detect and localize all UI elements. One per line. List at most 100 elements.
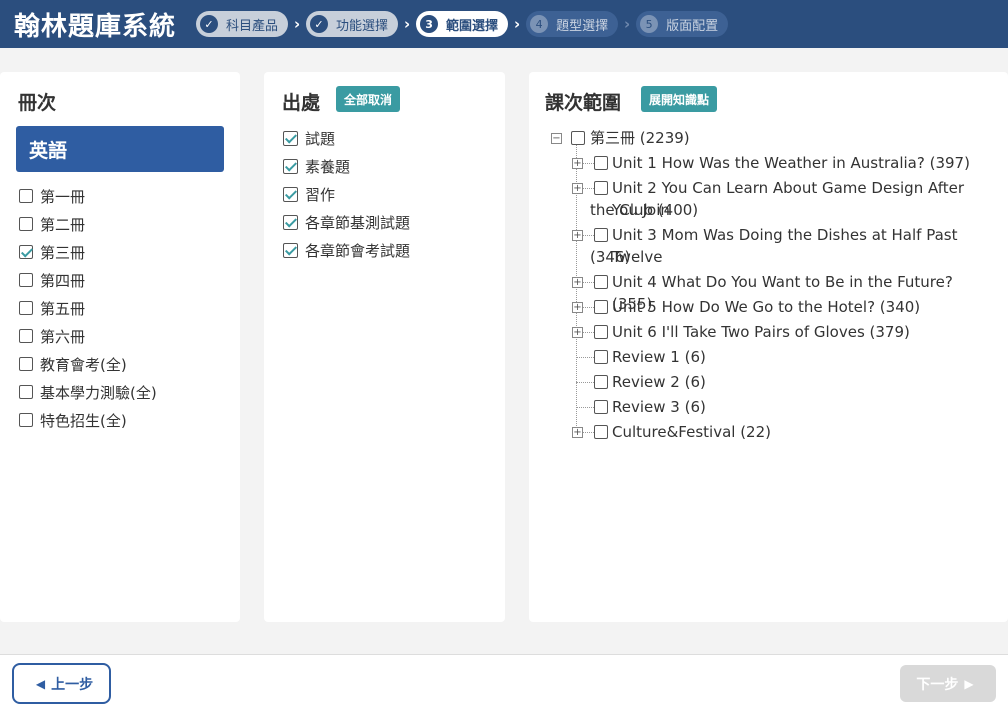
source-label: 試題 [305,129,336,148]
tree-node-label: Unit 5 How Do We Go to the Hotel? (340) [612,298,921,316]
tree-checkbox[interactable] [594,228,608,242]
checkbox[interactable] [19,273,33,287]
source-label: 各章節會考試題 [305,241,411,260]
app-title: 翰林題庫系統 [14,11,177,42]
tree-checkbox[interactable] [571,131,585,145]
expand-icon[interactable]: + [572,427,583,438]
app-header: 翰林題庫系統 ✓ 科目產品 › ✓ 功能選擇 › 3 範圍選擇 › 4 題型選擇… [0,0,1008,48]
footer-bar: ◀ 上一步 下一步 ▶ [0,654,1008,709]
tree-node-label: Unit 3 Mom Was Doing the Dishes at Half … [612,226,958,266]
volume-item[interactable]: 第一冊 [19,182,157,210]
tree-node-label: Unit 1 How Was the Weather in Australia?… [612,154,970,172]
next-step-label: 下一步 [916,676,959,693]
tree-checkbox[interactable] [594,275,608,289]
volume-item[interactable]: 第五冊 [19,294,157,322]
expand-icon[interactable]: + [572,158,583,169]
chevron-right-icon: › [293,15,301,33]
source-label: 素養題 [305,157,351,176]
checkbox[interactable] [19,217,33,231]
tree-checkbox[interactable] [594,400,608,414]
volume-item[interactable]: 第三冊 [19,238,157,266]
step-number-badge: 4 [530,15,549,33]
subject-banner: 英語 [16,126,224,172]
checkbox[interactable] [19,357,33,371]
volume-label: 第三冊 [40,243,86,262]
tree-root-label: 第三冊 (2239) [590,129,690,147]
volume-item[interactable]: 第二冊 [19,210,157,238]
tree-node-label: Unit 6 I'll Take Two Pairs of Gloves (37… [612,323,910,341]
lesson-panel-title: 課次範圍 [545,92,622,114]
expand-knowledge-button[interactable]: 展開知識點 [641,86,718,112]
tree-guide [576,407,594,408]
step-number-badge: 5 [640,15,659,33]
checkbox[interactable] [283,242,298,258]
step-range-select[interactable]: 3 範圍選擇 [416,11,509,37]
expand-icon[interactable]: + [572,277,583,288]
next-step-button[interactable]: 下一步 ▶ [900,665,996,702]
volume-item[interactable]: 教育會考(全) [19,350,157,378]
volume-label: 第一冊 [40,187,86,206]
source-label: 各章節基測試題 [305,213,411,232]
source-item[interactable]: 試題 [283,124,410,152]
tree-checkbox[interactable] [594,156,608,170]
checkbox[interactable] [19,301,33,315]
checkbox[interactable] [19,189,33,203]
cancel-all-button[interactable]: 全部取消 [336,86,401,112]
check-icon: ✓ [200,15,219,33]
step-label: 範圍選擇 [446,18,499,34]
tree-checkbox[interactable] [594,300,608,314]
volume-panel-title: 冊次 [18,92,57,114]
expand-icon[interactable]: + [572,327,583,338]
volume-item[interactable]: 基本學力測驗(全) [19,378,157,406]
volume-label: 基本學力測驗(全) [40,383,157,402]
checkbox[interactable] [19,385,33,399]
check-icon: ✓ [310,15,329,33]
volume-panel: 冊次 英語 第一冊 第二冊 第三冊 第四冊 第五冊 第六冊 教育會考(全) 基本… [0,72,240,622]
step-subject-product[interactable]: ✓ 科目產品 [196,11,289,37]
tree-checkbox[interactable] [594,181,608,195]
source-panel: 出處 全部取消 試題 素養題 習作 各章節基測試題 各章節會考試題 [264,72,505,622]
checkbox[interactable] [283,130,298,146]
volume-label: 第五冊 [40,299,86,318]
volume-item[interactable]: 第四冊 [19,266,157,294]
step-function-select[interactable]: ✓ 功能選擇 [306,11,399,37]
source-item[interactable]: 各章節會考試題 [283,236,410,264]
tree-checkbox[interactable] [594,425,608,439]
checkbox[interactable] [283,186,298,202]
checkbox[interactable] [19,413,33,427]
volume-label: 第六冊 [40,327,86,346]
step-label: 題型選擇 [556,18,609,34]
tree-node-label: Review 1 (6) [612,348,706,366]
tree-checkbox[interactable] [594,375,608,389]
volume-item[interactable]: 特色招生(全) [19,406,157,434]
expand-icon[interactable]: + [572,183,583,194]
step-question-type[interactable]: 4 題型選擇 [526,11,619,37]
chevron-right-icon: › [623,15,631,33]
volume-label: 第四冊 [40,271,86,290]
tree-node-label-cont: (346) [590,248,631,266]
prev-step-label: 上一步 [51,676,94,693]
tree-guide [576,382,594,383]
checkbox[interactable] [283,158,298,174]
source-item[interactable]: 習作 [283,180,410,208]
checkbox[interactable] [19,329,33,343]
step-layout-config[interactable]: 5 版面配置 [636,11,729,37]
collapse-icon[interactable]: − [551,133,562,144]
expand-icon[interactable]: + [572,230,583,241]
step-label: 功能選擇 [336,18,389,34]
volume-label: 教育會考(全) [40,355,127,374]
volume-item[interactable]: 第六冊 [19,322,157,350]
tree-checkbox[interactable] [594,325,608,339]
expand-icon[interactable]: + [572,302,583,313]
prev-step-button[interactable]: ◀ 上一步 [12,663,111,704]
source-label: 習作 [305,185,336,204]
source-item[interactable]: 各章節基測試題 [283,208,410,236]
tree-checkbox[interactable] [594,350,608,364]
step-progress: ✓ 科目產品 › ✓ 功能選擇 › 3 範圍選擇 › 4 題型選擇 › 5 版面… [196,11,729,37]
checkbox[interactable] [283,214,298,230]
checkbox[interactable] [19,245,33,259]
volume-label: 特色招生(全) [40,411,127,430]
lesson-panel: 課次範圍 展開知識點 − 第三冊 (2239) + Unit 1 How Was… [529,72,1008,622]
step-number-badge: 3 [420,15,439,33]
source-item[interactable]: 素養題 [283,152,410,180]
